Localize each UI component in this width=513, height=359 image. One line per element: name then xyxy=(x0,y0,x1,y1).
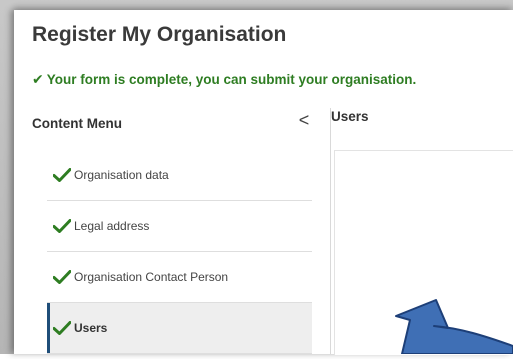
collapse-menu-button[interactable]: < xyxy=(296,110,312,130)
users-section-header: Users xyxy=(331,109,369,124)
menu-item-organisation-contact-person[interactable]: Organisation Contact Person xyxy=(47,252,312,303)
menu-item-organisation-data[interactable]: Organisation data xyxy=(47,150,312,201)
check-icon: ✔ xyxy=(32,71,44,87)
menu-item-label: Legal address xyxy=(74,219,150,233)
form-complete-status: ✔ Your form is complete, you can submit y… xyxy=(32,71,416,88)
check-icon xyxy=(53,168,71,182)
menu-item-label: Users xyxy=(74,321,108,335)
status-message: Your form is complete, you can submit yo… xyxy=(46,72,417,87)
menu-divider xyxy=(330,108,331,354)
menu-item-legal-address[interactable]: Legal address xyxy=(47,201,312,252)
menu-item-label: Organisation data xyxy=(74,168,169,182)
pointer-arrow-icon xyxy=(390,298,513,355)
menu-item-label: Organisation Contact Person xyxy=(74,270,229,284)
content-menu-header: Content Menu xyxy=(32,116,122,131)
check-icon xyxy=(53,270,71,284)
page-title: Register My Organisation xyxy=(32,23,287,46)
content-menu-list: Organisation data Legal address Organisa… xyxy=(47,150,312,354)
menu-item-users[interactable]: Users xyxy=(47,303,312,354)
check-icon xyxy=(53,219,71,233)
check-icon xyxy=(53,321,71,335)
